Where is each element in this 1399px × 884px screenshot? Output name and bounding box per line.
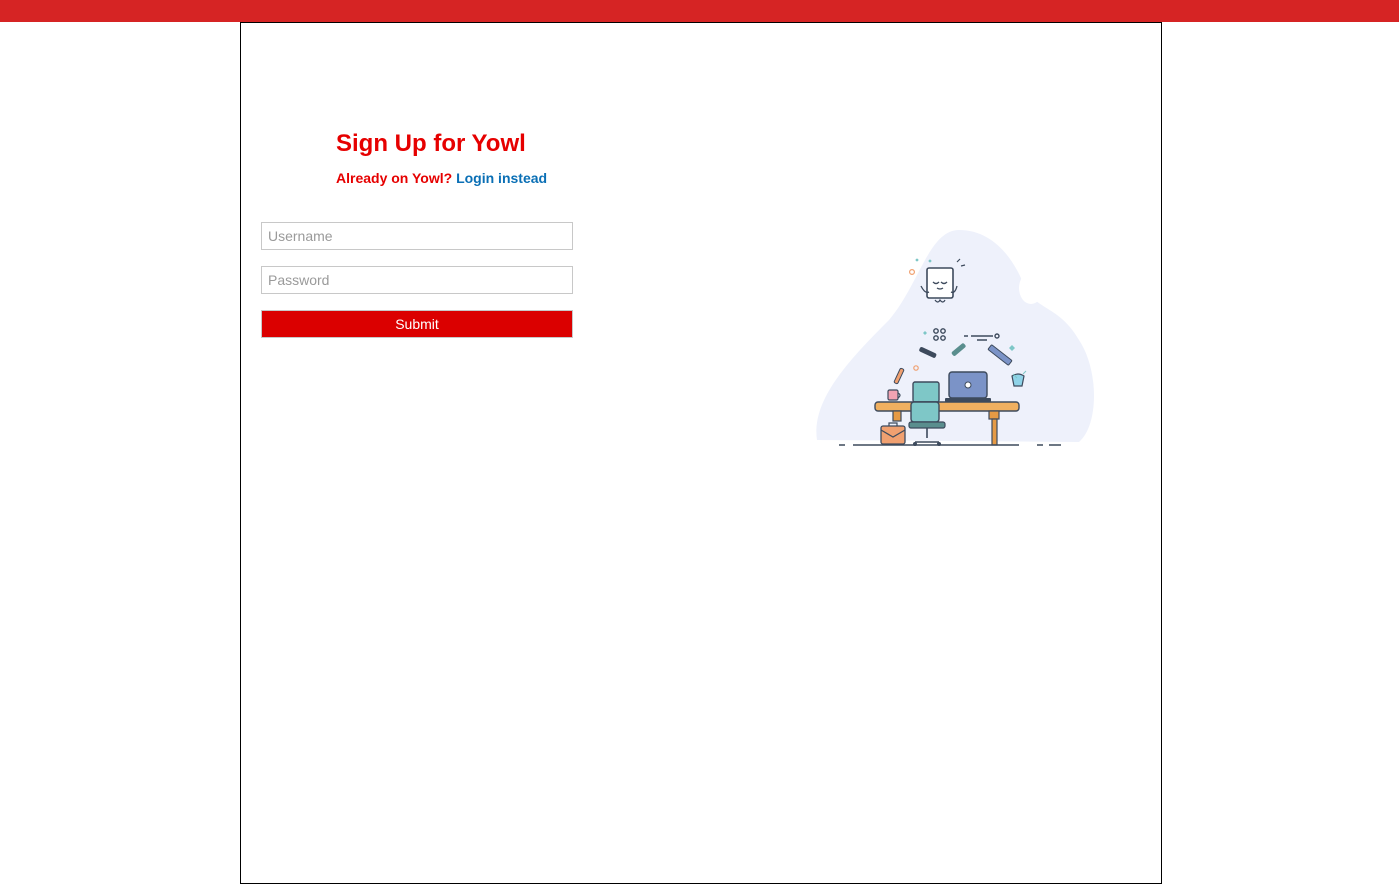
already-member-text: Already on Yowl? [336,170,453,186]
username-input[interactable] [261,222,573,250]
signup-panel: Sign Up for Yowl Already on Yowl? Login … [240,22,1162,884]
page-title: Sign Up for Yowl [336,130,526,157]
login-prompt: Already on Yowl? Login instead [336,170,547,186]
submit-button[interactable]: Submit [261,310,573,338]
top-bar [0,0,1399,22]
password-input[interactable] [261,266,573,294]
login-instead-link[interactable]: Login instead [456,170,547,186]
workspace-desk-illustration [816,230,1094,446]
